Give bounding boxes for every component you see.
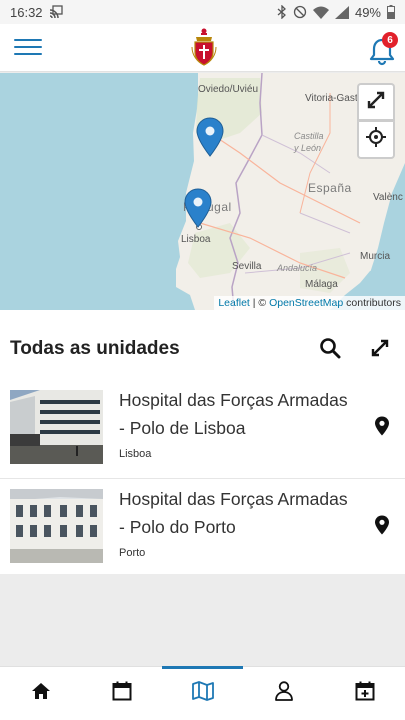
battery-icon xyxy=(387,5,395,19)
calendar-add-icon xyxy=(355,681,375,706)
notification-badge: 6 xyxy=(382,32,398,48)
osm-link[interactable]: OpenStreetMap xyxy=(269,297,343,309)
map-marker-porto[interactable] xyxy=(196,117,224,157)
menu-icon-bar xyxy=(14,53,42,55)
home-icon xyxy=(31,682,51,705)
nav-add-event[interactable] xyxy=(324,667,405,720)
wifi-icon xyxy=(312,6,329,19)
bottom-nav xyxy=(0,666,405,720)
unit-list-item[interactable]: Hospital das Forças Armadas - Polo de Li… xyxy=(0,380,405,474)
map-label-sevilla: Sevilla xyxy=(232,261,262,272)
menu-icon-bar xyxy=(14,46,42,48)
unit-photo-porto xyxy=(10,489,103,563)
map-attribution: Leaflet | © OpenStreetMap contributors xyxy=(214,296,405,310)
nav-map[interactable] xyxy=(162,666,243,720)
unit-city: Lisboa xyxy=(119,448,152,460)
expand-list-button[interactable] xyxy=(366,336,394,364)
location-pin-icon[interactable] xyxy=(374,416,390,436)
map-label-murcia: Murcia xyxy=(360,251,391,262)
status-time: 16:32 xyxy=(10,4,43,20)
attribution-contributors: contributors xyxy=(343,297,401,309)
app-header: 6 xyxy=(0,24,405,72)
crest-logo xyxy=(189,27,219,69)
menu-button[interactable] xyxy=(14,36,42,60)
section-title: Todas as unidades xyxy=(10,338,180,359)
search-button[interactable] xyxy=(316,336,344,364)
bluetooth-icon xyxy=(277,5,287,19)
menu-icon-bar xyxy=(14,39,42,41)
location-pin-icon[interactable] xyxy=(374,515,390,535)
map-locate-button[interactable] xyxy=(357,121,395,159)
calendar-icon xyxy=(112,681,132,706)
map-icon xyxy=(191,681,214,706)
map-label-valencia: Valènc xyxy=(373,192,403,203)
units-section: Todas as unidades Hospital das Forças Ar… xyxy=(0,310,405,574)
signal-icon xyxy=(334,5,349,19)
attribution-separator: | © xyxy=(249,297,270,309)
unit-name: Hospital das Forças Armadas - Polo de Li… xyxy=(119,390,348,438)
expand-icon xyxy=(366,90,386,115)
notifications-button[interactable]: 6 xyxy=(368,32,400,66)
unit-city: Porto xyxy=(119,547,146,559)
nav-calendar[interactable] xyxy=(81,667,162,720)
status-bar: 16:32 49% xyxy=(0,0,405,24)
nav-profile[interactable] xyxy=(243,667,324,720)
map-label-espana: España xyxy=(308,181,352,195)
unit-name: Hospital das Forças Armadas - Polo do Po… xyxy=(119,489,348,537)
unit-list-item[interactable]: Hospital das Forças Armadas - Polo do Po… xyxy=(0,478,405,572)
map-label-oviedo: Oviedo/Uviéu xyxy=(198,84,259,95)
expand-icon xyxy=(370,338,390,363)
map-fullscreen-button[interactable] xyxy=(357,83,395,121)
search-icon xyxy=(319,337,341,364)
profile-icon xyxy=(274,681,293,706)
map-label-leon: y León xyxy=(294,143,322,153)
leaflet-link[interactable]: Leaflet xyxy=(218,297,250,309)
cast-icon xyxy=(49,5,63,19)
section-header: Todas as unidades xyxy=(0,328,405,372)
map-label-andalucia: Andalucía xyxy=(277,263,318,273)
map-label-vitoria: Vitoria-Gast xyxy=(305,93,358,104)
unit-photo-lisboa xyxy=(10,390,103,464)
crosshair-icon xyxy=(365,126,387,153)
mute-icon xyxy=(293,5,307,19)
battery-text: 49% xyxy=(354,4,381,20)
map-marker-lisboa[interactable] xyxy=(184,188,212,228)
map-label-lisboa: Lisboa xyxy=(181,234,211,245)
map-view[interactable]: Oviedo/Uviéu Vitoria-Gast Castilla y Leó… xyxy=(0,73,405,310)
map-label-castilla: Castilla xyxy=(294,131,324,141)
map-label-malaga: Málaga xyxy=(305,279,338,290)
nav-home[interactable] xyxy=(0,667,81,720)
